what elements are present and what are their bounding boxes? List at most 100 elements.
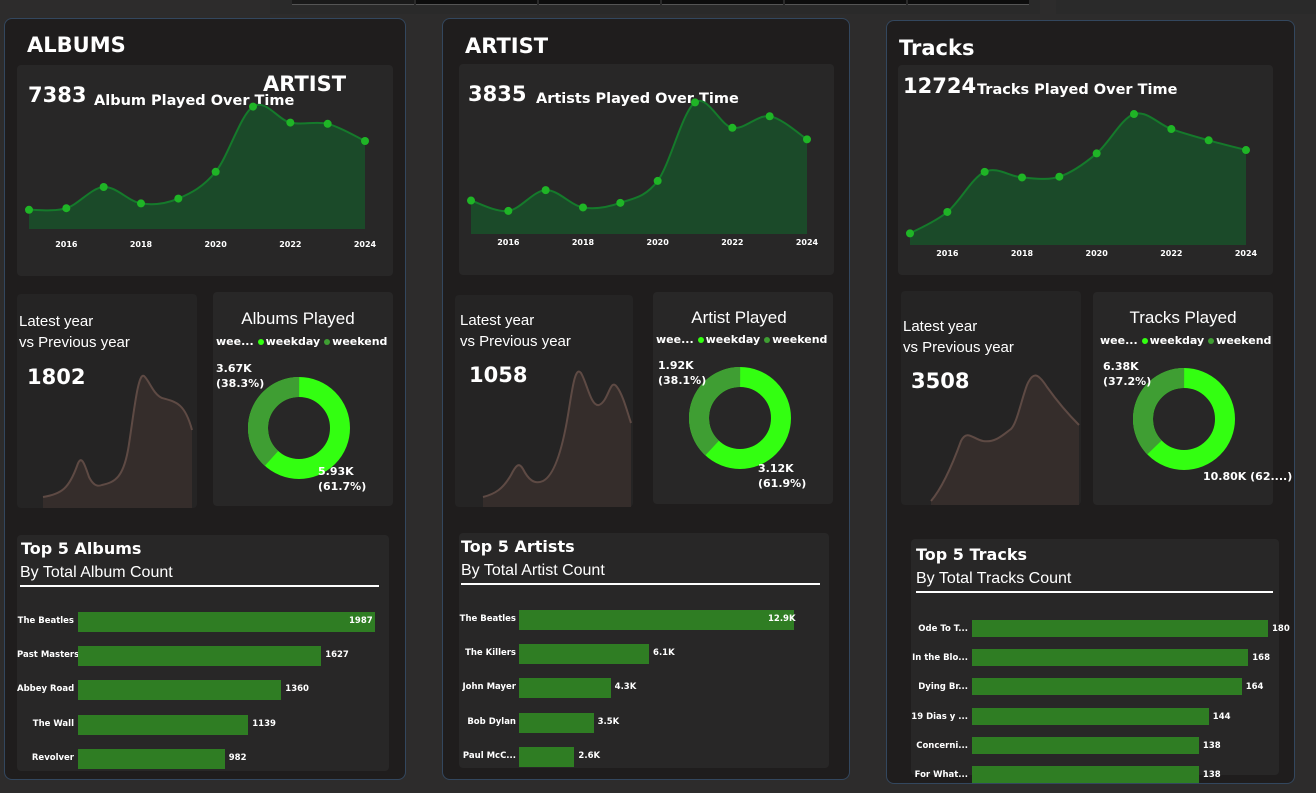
donut-small-value: 6.38K <box>1103 360 1139 373</box>
latest-sparkline <box>482 370 632 507</box>
bar[interactable] <box>519 712 594 733</box>
bar[interactable] <box>78 612 375 632</box>
donut-large-label: 10.80K (62....) <box>1203 469 1292 484</box>
area-fill <box>910 113 1246 245</box>
filter-tab[interactable] <box>662 0 783 5</box>
filter-tab[interactable] <box>539 0 660 5</box>
bar-value-label: 144 <box>1212 711 1231 722</box>
albums-over-time-card: 7383 Album Played Over Time ARTIST 2016 2… <box>17 65 393 276</box>
data-point <box>137 199 145 208</box>
donut-small-pct: (38.1%) <box>658 374 707 387</box>
bar-value-label: 4.3K <box>614 682 637 693</box>
bar[interactable] <box>972 620 1268 637</box>
bar[interactable] <box>972 649 1249 667</box>
donut-small-value: 1.92K <box>658 359 694 372</box>
bar[interactable] <box>78 646 322 667</box>
bar-category-label: The Beatles <box>459 614 516 624</box>
bar[interactable] <box>519 644 650 665</box>
bar-value-label: 2.6K <box>578 750 601 761</box>
bar[interactable] <box>972 707 1209 725</box>
tracks-area-chart: 2016 2018 2020 2022 2024 <box>906 110 1258 258</box>
bar-category-label: John Mayer <box>462 682 517 693</box>
bar-value-label: 982 <box>228 752 247 763</box>
top5-albums-card: Top 5 Albums By Total Album Count The Be… <box>17 535 389 771</box>
year-tick-label: 2016 <box>936 249 959 258</box>
year-tick-label: 2016 <box>55 240 78 249</box>
top5-subtitle: By Total Artist Count <box>461 562 605 579</box>
bar-value-label: 12.9K <box>768 614 796 624</box>
data-point <box>249 102 257 111</box>
data-point <box>1167 125 1176 134</box>
albums-panel: ALBUMS 7383 Album Played Over Time ARTIS… <box>4 18 406 780</box>
data-point <box>504 206 513 215</box>
donut-large-label: 3.12K (61.9%) <box>758 461 806 491</box>
year-tick-label: 2018 <box>130 240 153 249</box>
data-point <box>728 123 737 132</box>
donut-large-pct: (61.9%) <box>758 477 807 490</box>
top5-title: Top 5 Tracks <box>916 545 1027 564</box>
bar[interactable] <box>78 748 225 769</box>
year-tick-label: 2024 <box>354 240 377 249</box>
bar-category-label: The Killers <box>465 648 516 659</box>
bar[interactable] <box>78 680 282 701</box>
bar-category-label: 19 Dias y ... <box>911 711 968 722</box>
donut-small-label: 1.92K (38.1%) <box>658 358 706 388</box>
data-point <box>579 203 587 212</box>
bar[interactable] <box>972 678 1242 696</box>
bar[interactable] <box>972 736 1199 754</box>
bar-category-label: The Beatles <box>17 616 74 626</box>
filter-tab[interactable] <box>292 0 414 5</box>
data-point <box>62 204 71 213</box>
year-tick-label: 2024 <box>796 238 819 247</box>
data-point <box>1092 149 1101 158</box>
tracks-over-time-card: 12724 Tracks Played Over Time 2016 2018 20… <box>898 65 1273 275</box>
bar-category-label: The Wall <box>32 718 74 729</box>
panel-title: ARTIST <box>465 34 549 58</box>
year-tick-label: 2018 <box>572 238 595 247</box>
albums-latest-card: Latest year vs Previous year 1802 <box>17 294 197 508</box>
donut-large-pct: (61.7%) <box>318 480 367 493</box>
top5-subtitle: By Total Album Count <box>20 564 173 581</box>
bar[interactable] <box>78 714 249 735</box>
data-point <box>691 98 699 107</box>
data-point <box>943 207 952 216</box>
data-point <box>1018 173 1026 182</box>
donut-large-value: 3.12K <box>758 462 794 475</box>
bar[interactable] <box>972 766 1199 783</box>
bar-value-label: 1987 <box>349 616 373 626</box>
filter-tab[interactable] <box>416 0 537 5</box>
data-point <box>286 118 295 127</box>
donut-small-pct: (38.3%) <box>216 377 265 390</box>
year-tick-label: 2020 <box>1086 249 1109 258</box>
data-point <box>174 194 183 203</box>
panel-title: Tracks <box>899 36 975 60</box>
bar[interactable] <box>519 678 611 699</box>
year-tick-label: 2016 <box>497 238 520 247</box>
artist-donut-card: Artist Played wee... weekday weekend 1.92K… <box>653 292 833 504</box>
panel-title: ALBUMS <box>27 33 126 57</box>
filter-tab[interactable] <box>785 0 906 5</box>
data-point <box>616 198 625 207</box>
artist-latest-card: Latest year vs Previous year 1058 <box>455 295 633 507</box>
tracks-donut-card: Tracks Played wee... weekday weekend 6.38K… <box>1093 292 1292 505</box>
data-point <box>803 135 811 144</box>
bar-category-label: Dying Br... <box>918 682 968 693</box>
bar-value-label: 1139 <box>252 718 276 729</box>
data-point <box>99 183 108 191</box>
bar[interactable] <box>519 610 794 630</box>
albums-area-chart: 2016 2018 2020 2022 2024 <box>25 102 377 249</box>
bar-category-label: For What... <box>914 770 968 780</box>
data-point <box>361 137 369 145</box>
donut-large-value: 5.93K <box>318 465 354 478</box>
year-tick-label: 2022 <box>721 238 743 247</box>
filter-tab[interactable] <box>908 0 1029 5</box>
bar[interactable] <box>519 746 575 767</box>
bar-category-label: Ode To T... <box>918 624 968 634</box>
bar-value-label: 164 <box>1245 682 1264 693</box>
bar-value-label: 138 <box>1202 740 1221 751</box>
data-point <box>980 167 989 176</box>
data-point <box>25 205 33 214</box>
bar-category-label: Concerni... <box>916 740 968 751</box>
bar-value-label: 138 <box>1202 770 1221 780</box>
donut-large-value: 10.80K (62....) <box>1203 470 1293 483</box>
